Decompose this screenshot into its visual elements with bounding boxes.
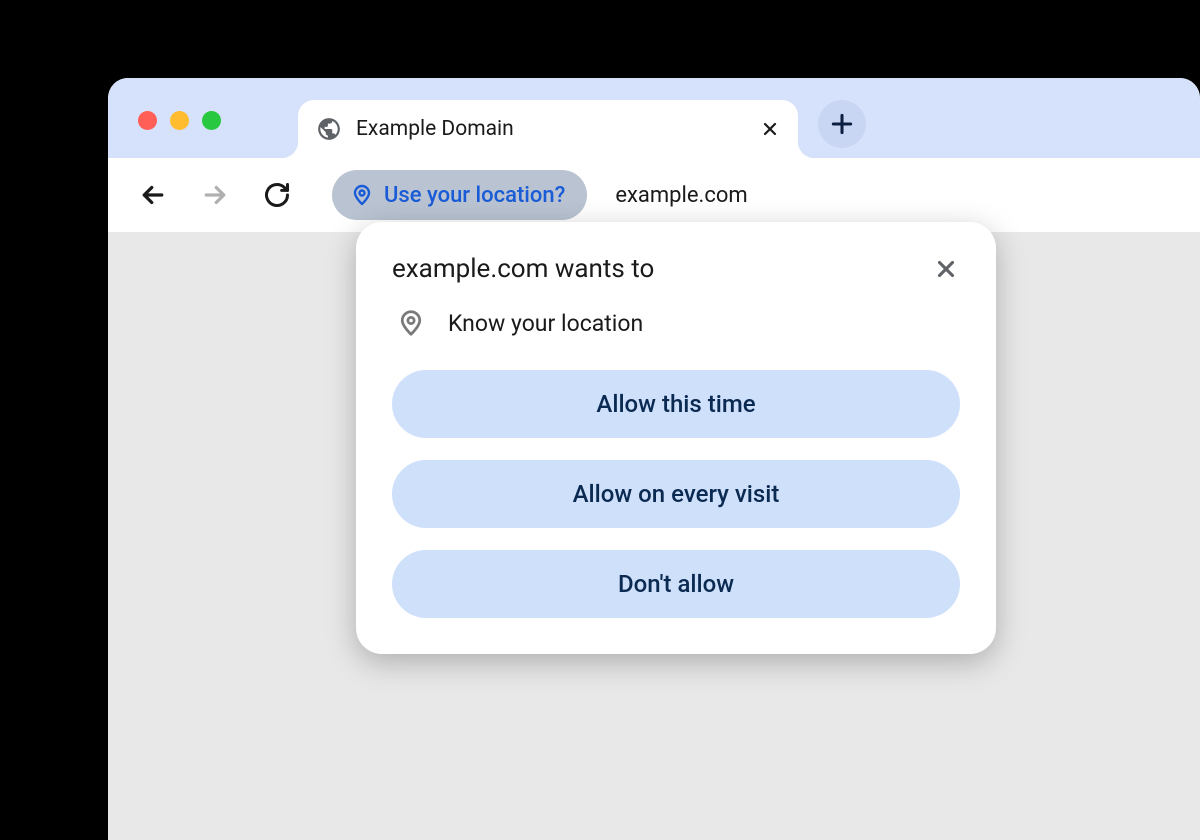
- tab-bar: Example Domain: [108, 78, 1200, 158]
- reload-button[interactable]: [260, 178, 294, 212]
- window-maximize-button[interactable]: [202, 111, 221, 130]
- new-tab-button[interactable]: [818, 100, 866, 148]
- back-button[interactable]: [136, 178, 170, 212]
- url-text: example.com: [615, 183, 747, 208]
- permission-chip[interactable]: Use your location?: [332, 170, 587, 220]
- dialog-request-row: Know your location: [392, 308, 960, 338]
- dont-allow-button[interactable]: Don't allow: [392, 550, 960, 618]
- permission-dialog: example.com wants to Know your location …: [356, 222, 996, 654]
- tab-title: Example Domain: [356, 117, 746, 141]
- browser-window: Example Domain Use your location?: [108, 78, 1200, 840]
- tab-close-button[interactable]: [760, 119, 780, 139]
- forward-button: [198, 178, 232, 212]
- toolbar: Use your location? example.com: [108, 158, 1200, 232]
- allow-this-time-button[interactable]: Allow this time: [392, 370, 960, 438]
- dialog-header: example.com wants to: [392, 254, 960, 284]
- dialog-close-button[interactable]: [932, 255, 960, 283]
- permission-chip-text: Use your location?: [384, 183, 565, 208]
- location-pin-icon: [396, 308, 426, 338]
- page-content: example.com wants to Know your location …: [108, 232, 1200, 840]
- allow-every-visit-button[interactable]: Allow on every visit: [392, 460, 960, 528]
- dialog-title: example.com wants to: [392, 254, 654, 284]
- window-controls: [138, 111, 221, 130]
- dialog-buttons: Allow this time Allow on every visit Don…: [392, 370, 960, 618]
- browser-tab[interactable]: Example Domain: [298, 100, 798, 158]
- window-close-button[interactable]: [138, 111, 157, 130]
- address-bar[interactable]: Use your location? example.com: [332, 170, 1172, 220]
- window-minimize-button[interactable]: [170, 111, 189, 130]
- dialog-request-text: Know your location: [448, 310, 643, 337]
- globe-icon: [316, 116, 342, 142]
- location-pin-icon: [350, 183, 374, 207]
